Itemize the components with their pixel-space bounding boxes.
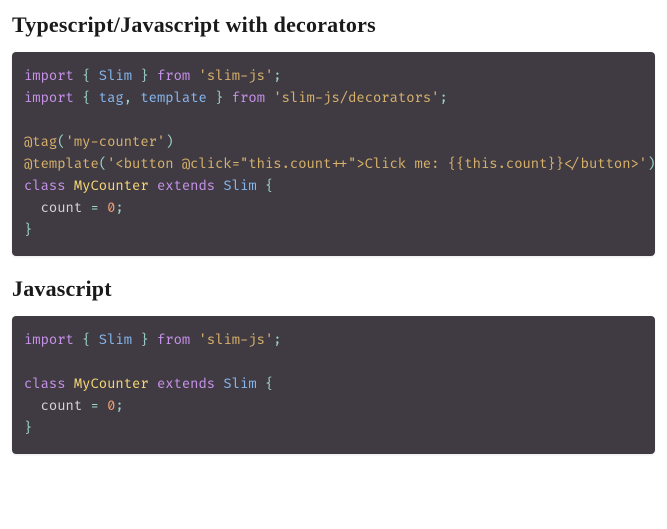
code-line: count = 0; [24, 198, 643, 220]
code-token: from [157, 333, 190, 349]
code-token: } [24, 421, 32, 437]
code-line [24, 352, 643, 374]
code-token: 'slim-js' [199, 69, 274, 85]
code-token: ) [647, 157, 655, 173]
code-token [74, 333, 82, 349]
section-heading-js: Javascript [12, 276, 655, 302]
code-token: = [90, 399, 98, 415]
code-token: ) [165, 135, 173, 151]
code-line: } [24, 220, 643, 242]
code-token: { [265, 179, 273, 195]
code-token: MyCounter [74, 179, 149, 195]
code-token: '<button [107, 157, 182, 173]
code-token: import [24, 91, 74, 107]
code-token: @template [24, 157, 99, 173]
code-token [149, 179, 157, 195]
code-token: @click [182, 157, 232, 173]
code-token [190, 69, 198, 85]
code-token: ; [439, 91, 447, 107]
code-token [74, 91, 82, 107]
code-token: ="this.count++">Click me: {{this.count}}… [232, 157, 647, 173]
code-token: @tag [24, 135, 57, 151]
code-token: count [24, 201, 90, 217]
code-block-js: import { Slim } from 'slim-js'; class My… [12, 316, 655, 454]
code-token: import [24, 333, 74, 349]
code-token: count [24, 399, 90, 415]
code-token: class [24, 377, 66, 393]
code-token: import [24, 69, 74, 85]
code-token: extends [157, 179, 215, 195]
section-heading-ts: Typescript/Javascript with decorators [12, 12, 655, 38]
code-token [149, 377, 157, 393]
code-token: class [24, 179, 66, 195]
code-token [99, 201, 107, 217]
code-token: template [140, 91, 206, 107]
code-token: Slim [99, 69, 132, 85]
code-token: from [157, 69, 190, 85]
code-token: } [24, 223, 32, 239]
code-token: ; [115, 201, 123, 217]
code-token [90, 333, 98, 349]
code-line: import { tag, template } from 'slim-js/d… [24, 88, 643, 110]
code-token: Slim [223, 179, 256, 195]
code-token [66, 179, 74, 195]
code-token: { [265, 377, 273, 393]
code-token: ; [115, 399, 123, 415]
code-token: 'slim-js' [199, 333, 274, 349]
code-token: 'slim-js/decorators' [273, 91, 439, 107]
code-token [149, 333, 157, 349]
code-token [223, 91, 231, 107]
code-token: from [232, 91, 265, 107]
code-line: class MyCounter extends Slim { [24, 176, 643, 198]
code-token [149, 69, 157, 85]
code-token [90, 91, 98, 107]
code-line: @tag('my-counter') [24, 132, 643, 154]
code-token [257, 377, 265, 393]
code-line: @template('<button @click="this.count++"… [24, 154, 643, 176]
code-token: tag [99, 91, 124, 107]
code-token [190, 333, 198, 349]
code-token [207, 91, 215, 107]
code-line: import { Slim } from 'slim-js'; [24, 66, 643, 88]
code-token: MyCounter [74, 377, 149, 393]
code-token: ; [273, 333, 281, 349]
code-token [66, 377, 74, 393]
code-token [90, 69, 98, 85]
code-token: ( [57, 135, 65, 151]
code-token: 'my-counter' [66, 135, 166, 151]
code-line: class MyCounter extends Slim { [24, 374, 643, 396]
code-line: } [24, 418, 643, 440]
code-token: ( [99, 157, 107, 173]
code-token: ; [273, 69, 281, 85]
code-token [257, 179, 265, 195]
code-token: extends [157, 377, 215, 393]
code-token: Slim [223, 377, 256, 393]
code-block-ts: import { Slim } from 'slim-js';import { … [12, 52, 655, 256]
code-token [74, 69, 82, 85]
code-token: = [90, 201, 98, 217]
code-token: , [124, 91, 132, 107]
code-line: count = 0; [24, 396, 643, 418]
code-token: } [140, 333, 148, 349]
code-line: import { Slim } from 'slim-js'; [24, 330, 643, 352]
code-token: } [140, 69, 148, 85]
code-token [99, 399, 107, 415]
code-token: Slim [99, 333, 132, 349]
code-line [24, 110, 643, 132]
